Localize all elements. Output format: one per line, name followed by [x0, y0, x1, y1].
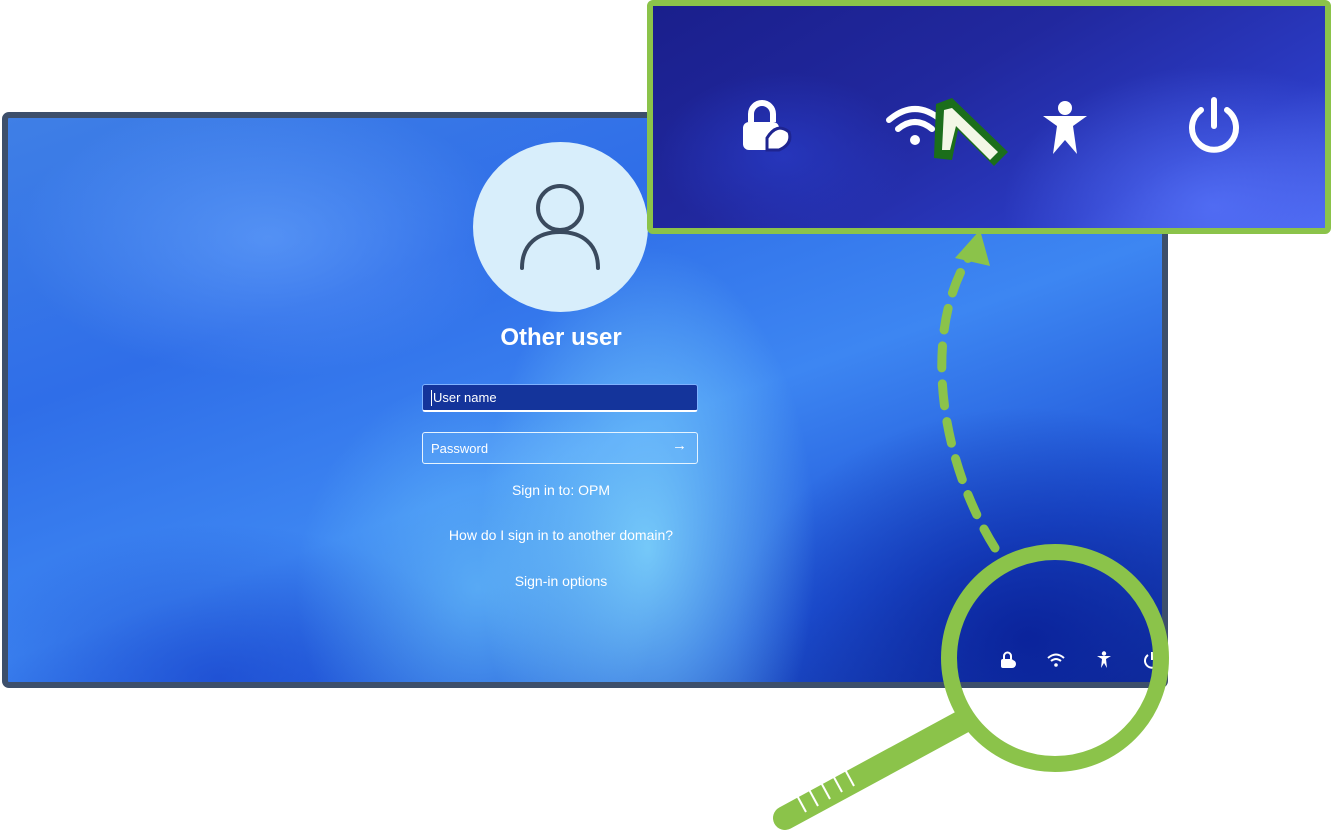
magnifier-handle: [773, 710, 974, 830]
pointer-arrow-icon: [934, 98, 1008, 166]
annotation-overlay: [773, 98, 1169, 830]
dashed-connector-line: [937, 247, 1000, 553]
magnifier-lens: [941, 544, 1169, 772]
annotated-screenshot: Other user User name Password → Sign in …: [0, 0, 1331, 832]
connector-arrowhead: [955, 230, 990, 266]
